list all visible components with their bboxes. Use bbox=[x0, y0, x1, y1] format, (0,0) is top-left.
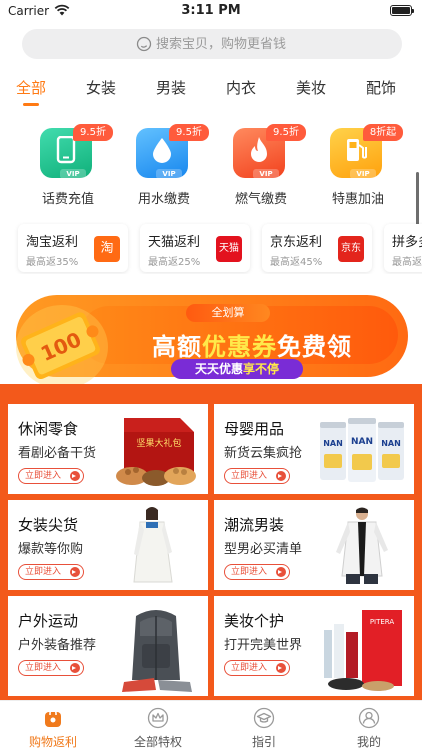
user-icon bbox=[358, 707, 380, 729]
enter-button[interactable]: 立即进入 bbox=[18, 468, 84, 484]
woman-model-image bbox=[133, 507, 173, 583]
card-desc: 户外装备推荐 bbox=[18, 638, 97, 653]
platform-rebate: 最高返25% bbox=[148, 257, 201, 268]
search-input[interactable] bbox=[156, 35, 376, 53]
card-title: 潮流男装 bbox=[224, 516, 285, 534]
box-label: 坚果大礼包 bbox=[136, 437, 181, 449]
card-desc: 爆款等你购 bbox=[18, 542, 84, 557]
card-title: 美妆个护 bbox=[224, 612, 285, 630]
tabbar-label: 指引 bbox=[251, 735, 276, 749]
graduation-cap-icon bbox=[253, 707, 275, 729]
enter-button[interactable]: 立即进入 bbox=[18, 564, 84, 580]
platform-jd[interactable]: 京东返利 最高返45% 京东 bbox=[262, 224, 372, 272]
svg-text:NAN: NAN bbox=[323, 439, 343, 448]
taobao-logo-icon: 淘 bbox=[94, 236, 120, 262]
tabbar-all-privileges[interactable]: 全部特权 bbox=[118, 707, 198, 750]
service-label: 特惠加油 bbox=[331, 192, 384, 207]
card-desc: 型男必买清单 bbox=[224, 542, 303, 557]
tab-all[interactable]: 全部 bbox=[1, 77, 61, 98]
platform-rebate: 最高返45% bbox=[270, 257, 323, 268]
enter-button[interactable]: 立即进入 bbox=[18, 660, 84, 676]
tab-womens[interactable]: 女装 bbox=[71, 77, 131, 98]
tab-mens[interactable]: 男装 bbox=[141, 77, 201, 98]
snack-box-image: 坚果大礼包 bbox=[116, 418, 196, 486]
category-card-snacks[interactable]: 休闲零食 看剧必备干货 立即进入 坚果大礼包 bbox=[8, 404, 208, 494]
service-grid: VIP 9.5折 话费充值 VIP 9.5折 用水缴费 VIP 9.5折 燃气缴… bbox=[0, 124, 422, 214]
service-label: 话费充值 bbox=[41, 192, 94, 207]
tabbar-guide[interactable]: 指引 bbox=[224, 707, 304, 750]
shopping-bag-icon bbox=[45, 709, 61, 727]
platform-name: 拼多多 bbox=[392, 235, 422, 250]
banner-badge: 全划算 bbox=[186, 304, 270, 322]
enter-button[interactable]: 立即进入 bbox=[224, 468, 290, 484]
formula-cans-image: NAN NAN NAN bbox=[320, 418, 404, 482]
status-bar: Carrier 3:11 PM bbox=[0, 0, 422, 22]
category-card-menswear[interactable]: 潮流男装 型男必买清单 立即进入 bbox=[214, 500, 414, 590]
search-icon bbox=[136, 36, 152, 52]
card-desc: 打开完美世界 bbox=[224, 638, 303, 653]
vip-badge: VIP bbox=[253, 169, 279, 179]
svg-text:NAN: NAN bbox=[351, 437, 373, 447]
tabbar-shopping-rebate[interactable]: 购物返利 bbox=[13, 707, 93, 750]
category-card-outdoor[interactable]: 户外运动 户外装备推荐 立即进入 bbox=[8, 596, 208, 696]
svg-text:NAN: NAN bbox=[381, 439, 401, 448]
tab-underwear[interactable]: 内衣 bbox=[211, 77, 271, 98]
tmall-logo-icon: 天猫 bbox=[216, 236, 242, 262]
cosmetics-image: PITERA bbox=[324, 610, 402, 691]
banner-cta[interactable]: 天天优惠享不停 bbox=[171, 359, 303, 379]
bottom-tab-bar: 购物返利 全部特权 指引 我的 bbox=[0, 700, 422, 750]
discount-badge: 9.5折 bbox=[169, 124, 209, 141]
backpack-image bbox=[122, 610, 192, 692]
tabbar-label: 购物返利 bbox=[28, 735, 77, 749]
discount-badge: 9.5折 bbox=[73, 124, 113, 141]
enter-button[interactable]: 立即进入 bbox=[224, 660, 290, 676]
card-title: 女装尖货 bbox=[18, 516, 79, 534]
search-bar[interactable] bbox=[22, 29, 402, 59]
platform-taobao[interactable]: 淘宝返利 最高返35% 淘 bbox=[18, 224, 128, 272]
clock: 3:11 PM bbox=[181, 3, 241, 18]
vip-badge: VIP bbox=[60, 169, 86, 179]
coupon-banner[interactable]: 100 全划算 高额优惠券免费领 天天优惠享不停 bbox=[0, 287, 422, 399]
coupon-ticket-icon: 100 bbox=[16, 305, 108, 389]
vip-badge: VIP bbox=[156, 169, 182, 179]
service-label: 用水缴费 bbox=[137, 192, 190, 207]
tabbar-mine[interactable]: 我的 bbox=[329, 707, 409, 750]
jd-logo-icon: 京东 bbox=[338, 236, 364, 262]
card-desc: 新货云集疯抢 bbox=[224, 446, 303, 461]
tab-accessories[interactable]: 配饰 bbox=[351, 77, 411, 98]
tabbar-label: 我的 bbox=[356, 735, 381, 749]
platform-name: 京东返利 bbox=[270, 235, 323, 250]
crown-icon bbox=[147, 707, 169, 729]
platform-pinduoduo[interactable]: 拼多多 最高返 bbox=[384, 224, 422, 272]
platform-rebate: 最高返 bbox=[392, 257, 422, 268]
category-card-baby[interactable]: 母婴用品 新货云集疯抢 立即进入 NAN NAN NAN bbox=[214, 404, 414, 494]
category-tabs: 全部 女装 男装 内衣 美妆 配饰 bbox=[0, 74, 422, 110]
product-category-grid: 休闲零食 看剧必备干货 立即进入 坚果大礼包 母婴用品 新货云集疯抢 立即进入 … bbox=[0, 384, 422, 700]
platform-rebate-row: 淘宝返利 最高返35% 淘 天猫返利 最高返25% 天猫 京东返利 最高返45%… bbox=[0, 222, 422, 274]
platform-name: 天猫返利 bbox=[148, 235, 201, 250]
platform-name: 淘宝返利 bbox=[26, 235, 79, 250]
category-card-beauty[interactable]: 美妆个护 打开完美世界 立即进入 PITERA bbox=[214, 596, 414, 696]
svg-text:PITERA: PITERA bbox=[370, 618, 395, 626]
banner-headline: 高额优惠券免费领 bbox=[152, 333, 352, 361]
enter-button[interactable]: 立即进入 bbox=[224, 564, 290, 580]
discount-badge: 8折起 bbox=[363, 124, 403, 141]
card-title: 休闲零食 bbox=[18, 420, 79, 438]
card-desc: 看剧必备干货 bbox=[18, 446, 97, 461]
platform-rebate: 最高返35% bbox=[26, 257, 79, 268]
card-title: 母婴用品 bbox=[224, 420, 285, 438]
man-model-image bbox=[336, 507, 388, 584]
vip-badge: VIP bbox=[350, 169, 376, 179]
active-tab-indicator bbox=[23, 103, 39, 106]
card-title: 户外运动 bbox=[18, 612, 79, 630]
service-label: 燃气缴费 bbox=[234, 192, 287, 207]
tabbar-label: 全部特权 bbox=[133, 735, 182, 749]
discount-badge: 9.5折 bbox=[266, 124, 306, 141]
category-card-womenswear[interactable]: 女装尖货 爆款等你购 立即进入 bbox=[8, 500, 208, 590]
battery-icon bbox=[390, 5, 414, 16]
platform-tmall[interactable]: 天猫返利 最高返25% 天猫 bbox=[140, 224, 250, 272]
tab-beauty[interactable]: 美妆 bbox=[281, 77, 341, 98]
